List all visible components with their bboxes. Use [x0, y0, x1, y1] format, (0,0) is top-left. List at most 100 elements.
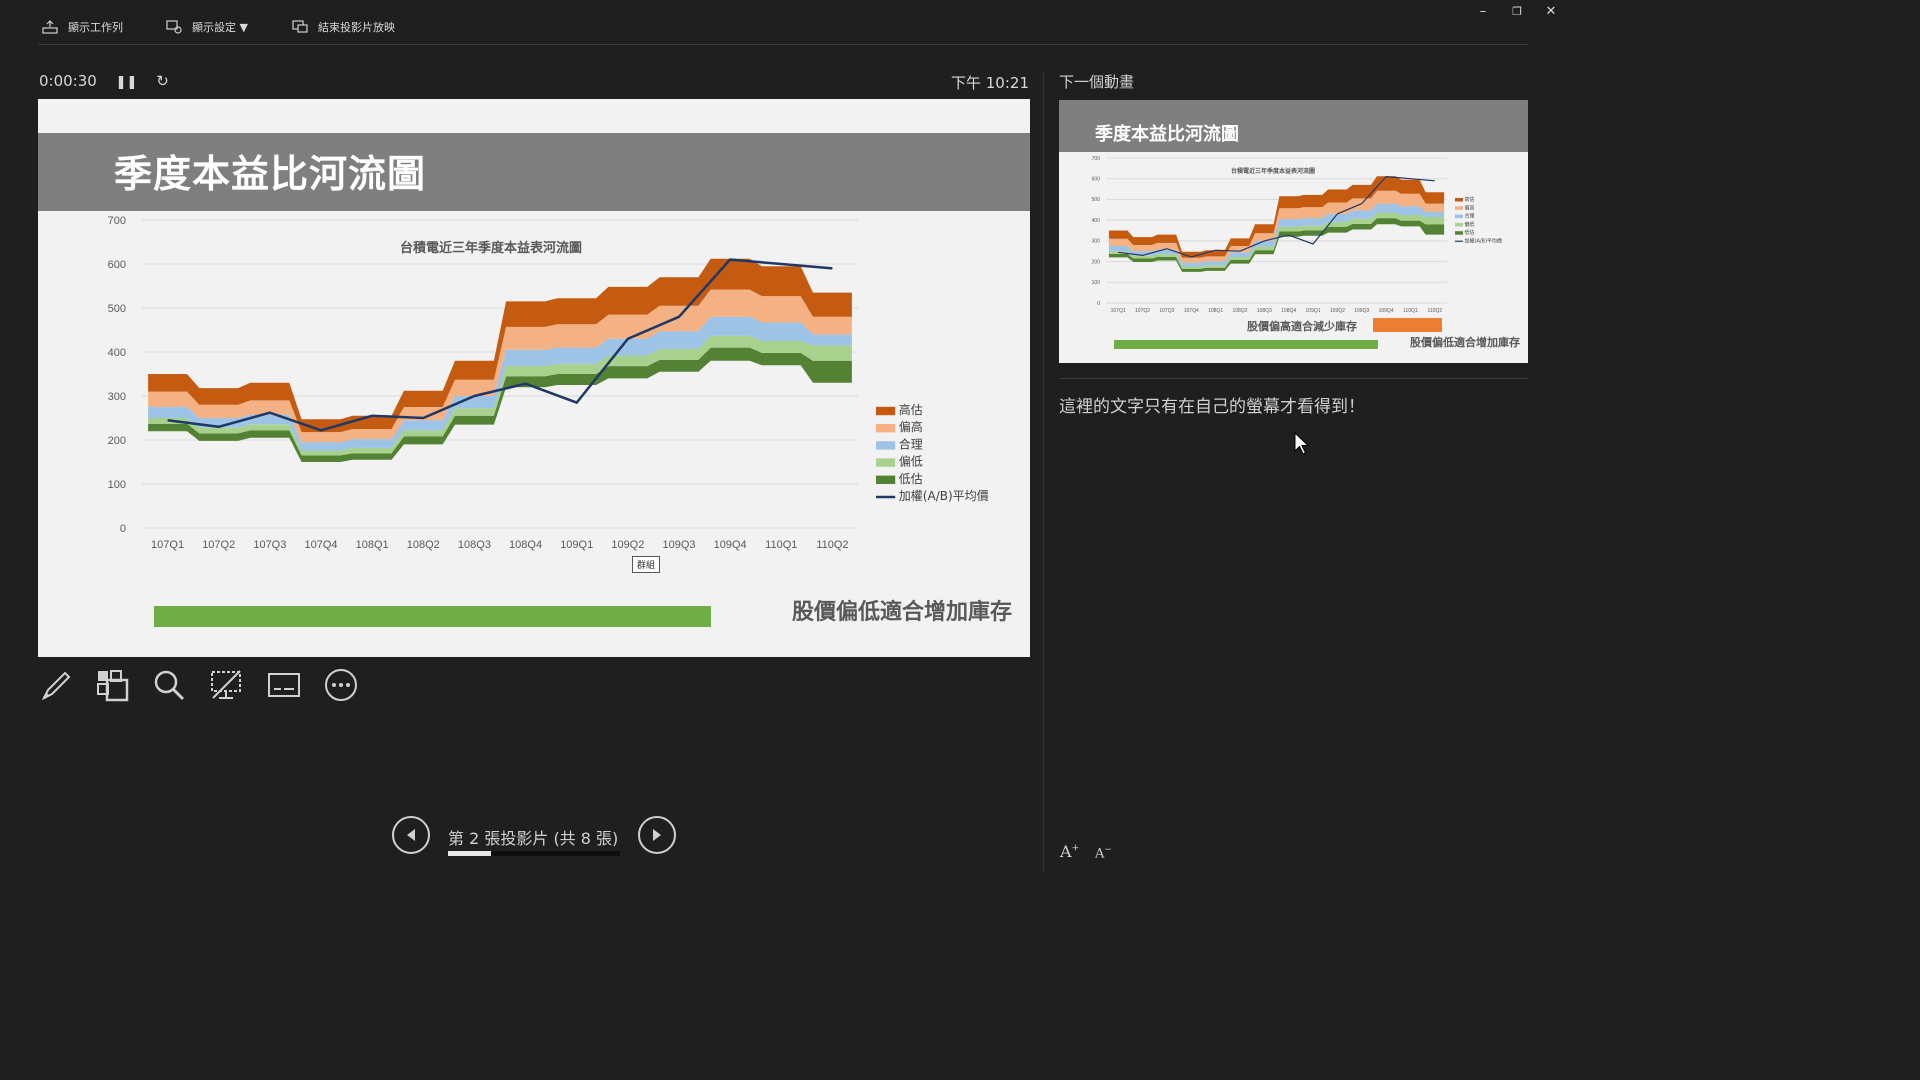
slide-counter[interactable]: 第 2 張投影片 (共 8 張): [448, 825, 618, 849]
legend-swatch: [876, 441, 896, 450]
subtitles-icon: [268, 673, 300, 697]
x-tick-label: 109Q1: [560, 539, 593, 551]
chart-title: 台積電近三年季度本益表河流圖: [400, 240, 582, 256]
screen-off-icon: [211, 670, 241, 699]
decrease-font-icon: A: [1095, 846, 1105, 862]
x-tick-label: 110Q2: [1427, 308, 1442, 314]
y-tick-label: 400: [108, 347, 126, 359]
more-options-button[interactable]: [322, 666, 360, 704]
pane-divider[interactable]: [1043, 72, 1044, 872]
restore-button[interactable]: ❐: [1502, 2, 1532, 22]
x-tick-label: 109Q4: [1379, 308, 1394, 314]
reset-timer-icon[interactable]: ↻: [156, 72, 169, 90]
legend-swatch: [876, 406, 896, 416]
notes-divider: [1059, 378, 1528, 379]
legend-label: 高估: [1465, 196, 1475, 203]
slide-progress: [448, 851, 620, 856]
mini-caption-low: 股價偏低適合增加庫存: [1410, 336, 1520, 349]
next-slide-button[interactable]: [638, 816, 676, 854]
subtitles-button[interactable]: [265, 666, 303, 704]
mini-slide-title: 季度本益比河流圖: [1095, 124, 1239, 145]
close-button[interactable]: ✕: [1536, 2, 1566, 22]
x-tick-label: 108Q1: [1208, 308, 1223, 314]
taskbar-icon: [42, 20, 58, 34]
x-tick-label: 110Q1: [765, 539, 797, 551]
legend-label: 偏低: [899, 454, 923, 469]
x-tick-label: 108Q4: [1281, 308, 1296, 314]
black-screen-button[interactable]: [207, 666, 245, 704]
more-icon: [325, 669, 357, 701]
slide-caption: 股價偏低適合增加庫存: [791, 600, 1012, 625]
y-tick-label: 200: [108, 435, 126, 447]
x-tick-label: 107Q2: [1135, 308, 1150, 314]
slide-title: 季度本益比河流圖: [114, 152, 427, 196]
legend-swatch: [1455, 198, 1463, 202]
speaker-notes[interactable]: 這裡的文字只有在自己的螢幕才看得到！: [1059, 392, 1365, 417]
x-tick-label: 108Q3: [458, 539, 491, 551]
zoom-button[interactable]: [150, 666, 188, 704]
x-tick-label: 107Q1: [151, 539, 184, 551]
y-tick-label: 300: [1092, 239, 1101, 245]
next-slide-preview[interactable]: 季度本益比河流圖 0 100 200 300 400 500 600 700 107Q1 107Q…: [1059, 100, 1528, 363]
y-tick-label: 200: [1092, 259, 1101, 265]
x-tick-label: 107Q2: [202, 539, 235, 551]
x-tick-label: 108Q3: [1257, 308, 1272, 314]
legend-swatch: [876, 424, 896, 433]
x-tick-label: 108Q2: [1232, 308, 1247, 314]
y-tick-label: 0: [120, 523, 126, 535]
see-all-slides-button[interactable]: [93, 666, 131, 704]
low-price-bar: [154, 606, 711, 627]
show-taskbar-label: 顯示工作列: [68, 21, 123, 34]
x-tick-label: 110Q2: [816, 539, 848, 551]
clock: 下午 10:21: [951, 74, 1029, 92]
x-tick-label: 108Q4: [509, 539, 542, 551]
pause-icon[interactable]: ❚❚: [116, 75, 138, 90]
y-tick-label: 100: [108, 479, 126, 491]
x-tick-label: 109Q3: [662, 539, 695, 551]
x-tick-label: 109Q2: [1330, 308, 1345, 314]
previous-slide-button[interactable]: [392, 816, 430, 854]
display-settings-label: 顯示設定 ▼: [192, 21, 248, 34]
increase-font-icon: A: [1060, 842, 1072, 861]
y-tick-label: 600: [1092, 176, 1101, 182]
x-tick-label: 107Q1: [1111, 308, 1126, 314]
x-tick-label: 108Q2: [407, 539, 440, 551]
y-tick-label: 300: [108, 391, 126, 403]
y-tick-label: 0: [1097, 301, 1100, 307]
decrease-font-button[interactable]: A−: [1095, 845, 1112, 861]
y-tick-label: 600: [108, 259, 126, 271]
legend-label: 偏高: [1465, 204, 1475, 211]
legend-swatch: [1455, 214, 1463, 219]
mini-river-chart: 0 100 200 300 400 500 600 700 107Q1 107Q2 107Q3 107…: [1092, 156, 1502, 314]
increase-font-button[interactable]: A+: [1060, 842, 1079, 861]
group-tag[interactable]: 群組: [632, 556, 661, 573]
x-tick-label: 108Q1: [356, 539, 389, 551]
legend-label: 加權(A/B)平均價: [899, 489, 989, 503]
y-tick-label: 700: [108, 215, 126, 227]
legend-label: 高估: [899, 402, 923, 417]
display-settings-icon: [166, 20, 182, 34]
y-tick-label: 500: [108, 303, 126, 315]
mini-low-price-bar: [1114, 340, 1378, 349]
legend-label: 低估: [1465, 229, 1475, 236]
next-animation-label: 下一個動畫: [1059, 73, 1135, 91]
legend-swatch: [876, 458, 896, 467]
mini-caption-high: 股價偏高適合減少庫存: [1247, 320, 1357, 333]
x-tick-label: 109Q3: [1354, 308, 1369, 314]
y-tick-label: 100: [1092, 280, 1101, 286]
toolbar-divider: [38, 44, 1528, 45]
minimize-button[interactable]: –: [1468, 2, 1498, 22]
elapsed-time: 0:00:30: [39, 72, 97, 90]
magnifier-icon: [154, 670, 185, 701]
legend-label: 合理: [1465, 213, 1475, 220]
x-tick-label: 107Q3: [253, 539, 286, 551]
show-taskbar-button[interactable]: 顯示工作列: [42, 18, 123, 36]
end-show-button[interactable]: 結束投影片放映: [292, 18, 395, 36]
y-tick-label: 700: [1092, 156, 1101, 162]
grid-icon: [97, 670, 129, 702]
display-settings-button[interactable]: 顯示設定 ▼: [166, 18, 248, 36]
pen-tool-button[interactable]: [37, 666, 75, 704]
x-tick-label: 107Q3: [1159, 308, 1174, 314]
x-tick-label: 109Q1: [1306, 308, 1321, 314]
current-slide[interactable]: 季度本益比河流圖 0 100 200 300 400 500 600 700 107Q1 107Q…: [38, 99, 1030, 657]
